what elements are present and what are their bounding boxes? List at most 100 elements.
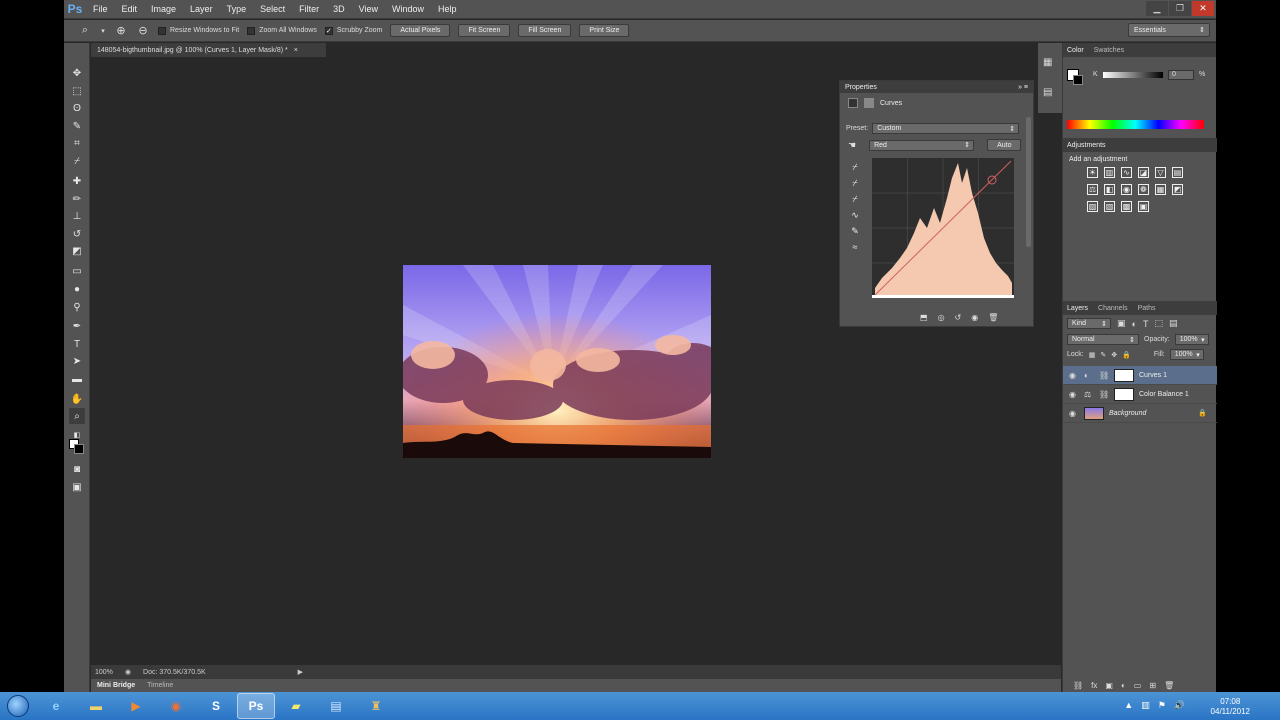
healing-brush-tool-icon[interactable]: ✚ [69,173,85,189]
close-tab-icon[interactable]: × [294,47,298,54]
photo-filter-icon[interactable]: ◉ [1121,184,1132,195]
path-selection-tool-icon[interactable]: ➤ [69,353,85,369]
clone-stamp-tool-icon[interactable]: ⊥ [69,208,85,224]
checkbox-box[interactable] [158,26,166,35]
eye-icon[interactable]: ◉ [1069,409,1079,418]
checkbox-box[interactable] [247,26,256,35]
channel-select[interactable]: Red ⇕ [869,139,975,151]
link-icon[interactable]: ⛓ [1099,390,1109,399]
layer-kind-select[interactable]: Kind ⇕ [1067,318,1111,329]
zoom-tool-icon[interactable]: ⌕ [69,408,85,424]
move-tool-icon[interactable]: ✥ [69,65,85,81]
zoom-out-icon[interactable]: ⊖ [136,24,150,38]
curves-icon[interactable]: ∿ [1121,167,1132,178]
flag-icon[interactable]: ⚑ [1158,700,1166,711]
tool-preset-chevron-icon[interactable]: ▾ [100,24,106,38]
clip-to-layer-icon[interactable]: ⬒ [920,313,928,322]
layer-mask-thumbnail[interactable] [1114,387,1134,401]
menu-type[interactable]: Type [220,4,254,14]
eye-icon[interactable]: ◉ [1069,390,1079,399]
curves-adjustment-icon[interactable] [848,98,858,108]
quick-select-tool-icon[interactable]: ✎ [69,118,85,134]
channel-mixer-icon[interactable]: ❁ [1138,184,1149,195]
marquee-tool-icon[interactable]: ⬚ [69,83,85,99]
filter-shape-icon[interactable]: ⬚ [1154,318,1163,329]
menu-image[interactable]: Image [144,4,183,14]
tab-channels[interactable]: Channels [1098,305,1128,312]
exposure-icon[interactable]: ◪ [1138,167,1149,178]
brightness-icon[interactable]: ☀ [1087,167,1098,178]
mask-icon[interactable] [864,98,874,108]
clock[interactable]: 07:08 04/11/2012 [1211,697,1250,717]
rectangle-tool-icon[interactable]: ▬ [69,371,85,387]
restore-button[interactable]: ❐ [1169,1,1191,16]
tab-paths[interactable]: Paths [1138,305,1156,312]
new-layer-icon[interactable]: ⊞ [1149,681,1156,690]
gradient-tool-icon[interactable]: ▭ [69,263,85,279]
layer-name[interactable]: Curves 1 [1139,372,1167,379]
trash-icon[interactable]: 🗑 [988,313,998,322]
menu-window[interactable]: Window [385,4,431,14]
lock-all-icon[interactable]: 🔒 [1122,351,1131,359]
start-button[interactable] [0,692,36,720]
actual-pixels-button[interactable]: Actual Pixels [390,24,451,37]
k-slider[interactable] [1103,72,1163,78]
crop-tool-icon[interactable]: ⌗ [69,135,85,151]
volume-icon[interactable]: 🔊 [1174,700,1185,711]
skype-icon[interactable]: S [197,693,235,719]
photoshop-taskbar-icon[interactable]: Ps [237,693,275,719]
hand-tool-icon[interactable]: ✋ [69,391,85,407]
curve-point-tool-icon[interactable]: ∿ [848,207,862,223]
zoom-in-icon[interactable]: ⊕ [114,24,128,38]
reset-icon[interactable]: ↺ [955,313,962,322]
link-icon[interactable]: ⛓ [1099,371,1109,380]
filter-adjustment-icon[interactable]: ◐ [1132,319,1137,329]
invert-icon[interactable]: ◩ [1172,184,1183,195]
history-icon[interactable]: ▦ [1043,57,1052,68]
menu-file[interactable]: File [86,4,115,14]
layer-mask-thumbnail[interactable] [1114,368,1134,382]
fx-icon[interactable]: fx [1091,681,1097,690]
new-adjustment-icon[interactable]: ◐ [1121,681,1126,690]
link-layers-icon[interactable]: ⛓ [1073,681,1083,690]
screen-mode-icon[interactable]: ▣ [69,479,85,495]
posterize-icon[interactable]: ▨ [1087,201,1098,212]
pencil-curve-tool-icon[interactable]: ✎ [848,223,862,239]
file-explorer-icon[interactable]: ▬ [77,693,115,719]
lock-image-icon[interactable]: ✎ [1100,351,1106,359]
firefox-icon[interactable]: ◉ [157,693,195,719]
sticky-notes-icon[interactable]: ▰ [277,693,315,719]
tab-color[interactable]: Color [1067,47,1084,54]
close-button[interactable]: ✕ [1192,1,1214,16]
new-group-icon[interactable]: ▭ [1134,681,1142,690]
hue-saturation-icon[interactable]: ▤ [1172,167,1183,178]
black-white-icon[interactable]: ◧ [1104,184,1115,195]
app-icon[interactable]: ♜ [357,693,395,719]
properties-icon[interactable]: ▤ [1043,87,1052,98]
blur-tool-icon[interactable]: ● [69,281,85,297]
filter-smart-icon[interactable]: ▤ [1169,318,1178,329]
tab-timeline[interactable]: Timeline [147,682,173,689]
levels-icon[interactable]: ▥ [1104,167,1115,178]
media-player-icon[interactable]: ▶ [117,693,155,719]
properties-scrollbar[interactable] [1026,117,1031,247]
eyedropper-tool-icon[interactable]: ⌿ [69,153,85,169]
lock-position-icon[interactable]: ✥ [1111,351,1117,359]
fit-screen-button[interactable]: Fit Screen [458,24,511,37]
layer-name[interactable]: Color Balance 1 [1139,391,1189,398]
lasso-tool-icon[interactable]: ʘ [69,100,85,116]
menu-layer[interactable]: Layer [183,4,220,14]
network-icon[interactable]: ▥ [1141,700,1150,711]
visibility-icon[interactable]: ◉ [971,313,978,322]
add-mask-icon[interactable]: ▣ [1105,681,1113,690]
eraser-tool-icon[interactable]: ◩ [69,243,85,259]
tab-mini-bridge[interactable]: Mini Bridge [97,682,135,689]
menu-filter[interactable]: Filter [292,4,326,14]
history-brush-tool-icon[interactable]: ↺ [69,226,85,242]
color-balance-icon[interactable]: ⚖ [1087,184,1098,195]
gradient-map-icon[interactable]: ▩ [1121,201,1132,212]
panel-menu-icon[interactable]: » ≡ [1018,84,1028,91]
view-previous-icon[interactable]: ◎ [938,313,945,322]
info-icon[interactable]: ◉ [125,668,131,676]
resize-windows-checkbox[interactable]: Resize Windows to Fit [158,26,239,35]
